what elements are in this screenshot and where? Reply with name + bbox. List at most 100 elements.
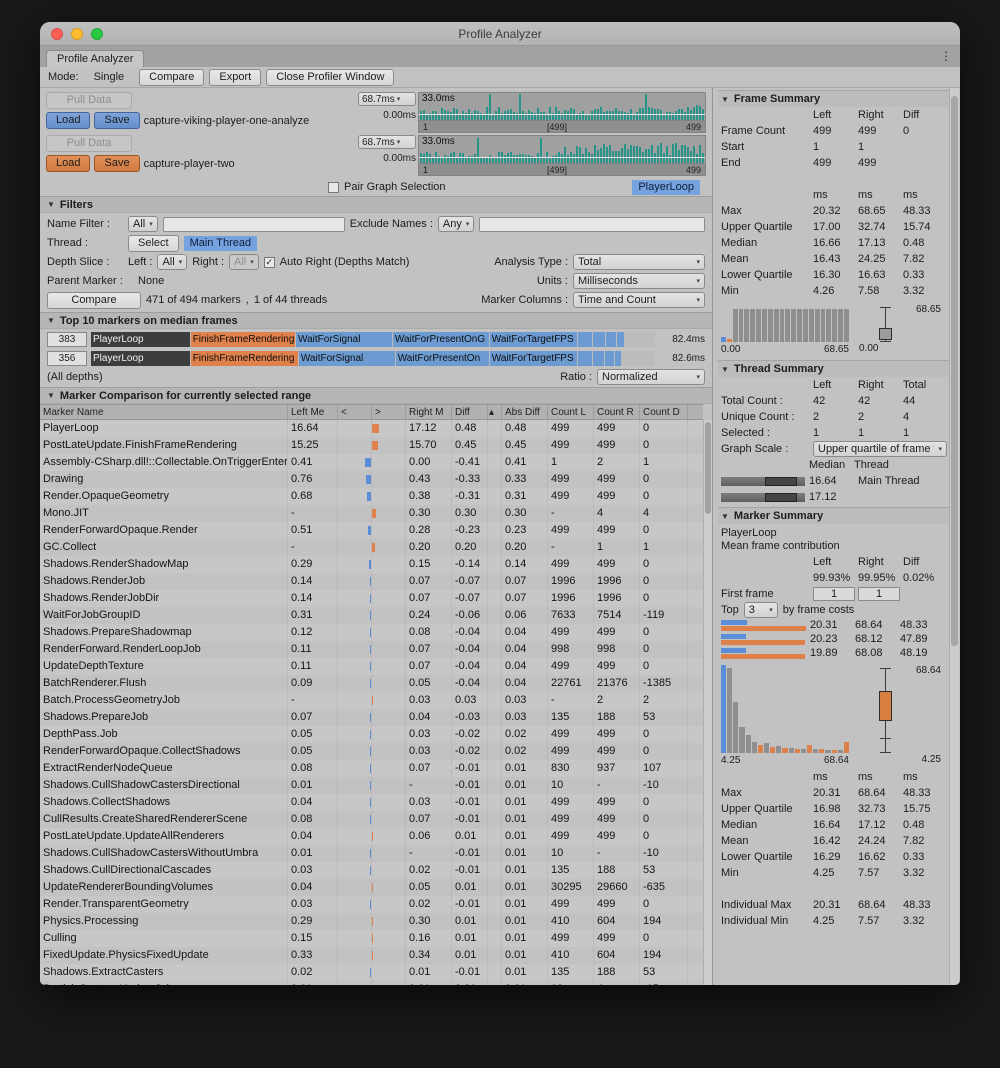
- top10-segment[interactable]: [617, 332, 624, 347]
- top10-segment[interactable]: [615, 351, 621, 366]
- thread-row[interactable]: 17.12: [718, 489, 949, 505]
- top10-segment[interactable]: PlayerLoop: [91, 351, 190, 366]
- table-row[interactable]: PostLateUpdate.UpdateAllRenderers0.040.0…: [40, 828, 703, 845]
- graph-axis[interactable]: 1 [499] 499: [418, 121, 706, 133]
- load-button[interactable]: Load: [46, 155, 90, 172]
- name-filter-input[interactable]: [163, 217, 345, 232]
- exclude-mode-dropdown[interactable]: Any ▾: [438, 216, 474, 232]
- selected-marker-chip[interactable]: PlayerLoop: [632, 180, 700, 195]
- range-dropdown[interactable]: 68.7ms ▾: [358, 92, 416, 106]
- kebab-menu-icon[interactable]: ⋮: [940, 49, 952, 63]
- table-row[interactable]: ExtractRenderNodeQueue0.080.07-0.010.018…: [40, 760, 703, 777]
- top10-segment[interactable]: [578, 332, 592, 347]
- mode-single-button[interactable]: Single: [84, 69, 135, 86]
- thread-select-button[interactable]: Select: [128, 235, 179, 252]
- thread-summary-header[interactable]: ▼ Thread Summary: [718, 360, 949, 377]
- units-dropdown[interactable]: Milliseconds ▾: [573, 273, 705, 289]
- top-cost-row[interactable]: 20.3168.6448.33: [718, 618, 949, 632]
- column-header[interactable]: Count L: [548, 405, 594, 419]
- table-row[interactable]: Assembly-CSharp.dll!::Collectable.OnTrig…: [40, 454, 703, 471]
- table-row[interactable]: PostLateUpdate.FinishFrameRendering15.25…: [40, 437, 703, 454]
- table-row[interactable]: Culling0.150.160.010.014994990: [40, 930, 703, 947]
- table-row[interactable]: Shadows.PrepareJob0.070.04-0.030.0313518…: [40, 709, 703, 726]
- scrollbar-thumb[interactable]: [951, 96, 958, 646]
- table-row[interactable]: Mono.JIT-0.300.300.30-44: [40, 505, 703, 522]
- table-row[interactable]: Render.TransparentGeometry0.030.02-0.010…: [40, 896, 703, 913]
- column-header[interactable]: ▴: [488, 405, 502, 419]
- frame-index-box[interactable]: 383: [47, 332, 87, 347]
- marker-columns-dropdown[interactable]: Time and Count ▾: [573, 292, 705, 308]
- name-filter-mode-dropdown[interactable]: All ▾: [128, 216, 158, 232]
- column-header[interactable]: Count R: [594, 405, 640, 419]
- depth-right-dropdown[interactable]: All ▾: [229, 254, 259, 270]
- pull-data-button[interactable]: Pull Data: [46, 135, 132, 152]
- table-row[interactable]: Batch.ProcessGeometryJob-0.030.030.03-22: [40, 692, 703, 709]
- top10-segment[interactable]: WaitForTargetFPS: [490, 332, 577, 347]
- table-row[interactable]: Physics.Processing0.290.300.010.01410604…: [40, 913, 703, 930]
- table-row[interactable]: Shadows.RenderJob0.140.07-0.070.07199619…: [40, 573, 703, 590]
- first-frame-left[interactable]: 1: [813, 587, 855, 601]
- table-row[interactable]: PlayerLoop16.6417.120.480.484994990: [40, 420, 703, 437]
- column-header[interactable]: Left Me: [288, 405, 338, 419]
- window-scrollbar[interactable]: [949, 88, 959, 985]
- table-row[interactable]: UpdateDepthTexture0.110.07-0.040.0449949…: [40, 658, 703, 675]
- top10-segment[interactable]: FinishFrameRendering: [191, 332, 295, 347]
- column-header[interactable]: Right M: [406, 405, 452, 419]
- tab-profile-analyzer[interactable]: Profile Analyzer: [46, 50, 144, 67]
- table-row[interactable]: RenderForwardOpaque.Render0.510.28-0.230…: [40, 522, 703, 539]
- top10-segment[interactable]: PlayerLoop: [91, 332, 190, 347]
- column-header[interactable]: Abs Diff: [502, 405, 548, 419]
- title-bar[interactable]: Profile Analyzer: [40, 22, 960, 46]
- table-row[interactable]: GC.Collect-0.200.200.20-11: [40, 539, 703, 556]
- top10-segment[interactable]: FinishFrameRendering: [191, 351, 298, 366]
- column-header[interactable]: Marker Name: [40, 405, 288, 419]
- thread-row[interactable]: 16.64Main Thread: [718, 473, 949, 489]
- frame-time-graph[interactable]: 33.0ms: [418, 92, 706, 121]
- table-row[interactable]: RenderForwardOpaque.CollectShadows0.050.…: [40, 743, 703, 760]
- frame-histogram[interactable]: [721, 304, 849, 342]
- column-header[interactable]: Diff: [452, 405, 488, 419]
- top-cost-row[interactable]: 20.2368.1247.89: [718, 632, 949, 646]
- table-row[interactable]: Shadows.PrepareShadowmap0.120.08-0.040.0…: [40, 624, 703, 641]
- table-row[interactable]: Render.OpaqueGeometry0.680.38-0.310.3149…: [40, 488, 703, 505]
- top10-segment[interactable]: [593, 351, 604, 366]
- frame-summary-header[interactable]: ▼ Frame Summary: [718, 90, 949, 107]
- frame-time-graph[interactable]: 33.0ms: [418, 135, 706, 164]
- compare-button[interactable]: Compare: [47, 292, 141, 309]
- top-cost-row[interactable]: 19.8968.0848.19: [718, 646, 949, 660]
- pull-data-button[interactable]: Pull Data: [46, 92, 132, 109]
- comparison-section-header[interactable]: ▼ Marker Comparison for currently select…: [40, 387, 712, 404]
- top10-segment[interactable]: [605, 351, 614, 366]
- exclude-names-input[interactable]: [479, 217, 705, 232]
- load-button[interactable]: Load: [46, 112, 90, 129]
- table-scrollbar[interactable]: [703, 420, 712, 985]
- depth-left-dropdown[interactable]: All ▾: [157, 254, 187, 270]
- save-button[interactable]: Save: [94, 155, 139, 172]
- save-button[interactable]: Save: [94, 112, 139, 129]
- mode-compare-button[interactable]: Compare: [139, 69, 204, 86]
- scrollbar-thumb[interactable]: [705, 422, 711, 514]
- table-row[interactable]: BatchRenderer.Flush0.090.05-0.040.042276…: [40, 675, 703, 692]
- column-header[interactable]: <: [338, 405, 372, 419]
- export-button[interactable]: Export: [209, 69, 261, 86]
- table-row[interactable]: Shadows.ExtractCasters0.020.01-0.010.011…: [40, 964, 703, 981]
- table-row[interactable]: Shadows.RenderJobDir0.140.07-0.070.07199…: [40, 590, 703, 607]
- table-row[interactable]: UpdateRendererBoundingVolumes0.040.050.0…: [40, 879, 703, 896]
- top10-segment[interactable]: [593, 332, 605, 347]
- table-row[interactable]: Shadows.CollectShadows0.040.03-0.010.014…: [40, 794, 703, 811]
- table-row[interactable]: RenderForward.RenderLoopJob0.110.07-0.04…: [40, 641, 703, 658]
- pair-graph-selection-checkbox[interactable]: [328, 182, 339, 193]
- auto-right-checkbox[interactable]: ✓: [264, 257, 275, 268]
- table-row[interactable]: FixedUpdate.PhysicsFixedUpdate0.330.340.…: [40, 947, 703, 964]
- analysis-type-dropdown[interactable]: Total ▾: [573, 254, 705, 270]
- table-row[interactable]: Shadows.RenderShadowMap0.290.15-0.140.14…: [40, 556, 703, 573]
- top10-segment[interactable]: [606, 332, 616, 347]
- column-header[interactable]: Count D: [640, 405, 688, 419]
- filters-section-header[interactable]: ▼ Filters: [40, 196, 712, 213]
- table-row[interactable]: Shadows.CullShadowCastersDirectional0.01…: [40, 777, 703, 794]
- table-row[interactable]: CullResults.CreateSharedRendererScene0.0…: [40, 811, 703, 828]
- top10-segment[interactable]: WaitForSignal: [299, 351, 395, 366]
- graph-axis[interactable]: 1 [499] 499: [418, 164, 706, 176]
- graph-scale-dropdown[interactable]: Upper quartile of frame ti ▾: [813, 441, 947, 457]
- close-profiler-window-button[interactable]: Close Profiler Window: [266, 69, 394, 86]
